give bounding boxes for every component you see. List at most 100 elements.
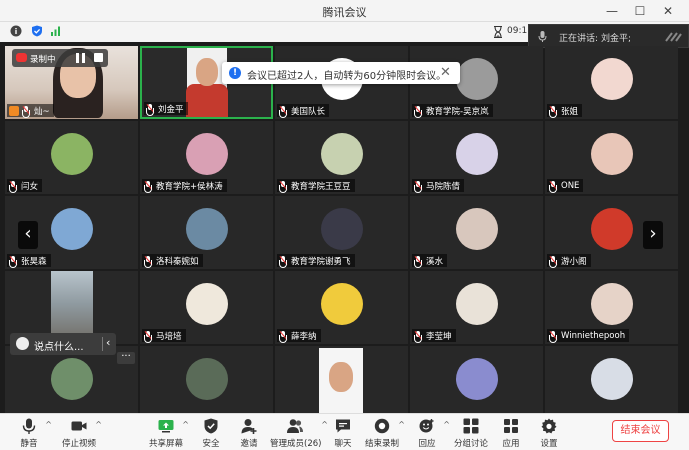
- participant-tile[interactable]: 张姐: [545, 46, 678, 119]
- avatar: [455, 357, 498, 400]
- more-options-button[interactable]: ···: [117, 352, 135, 364]
- chevron-up-icon[interactable]: ^: [45, 420, 52, 429]
- avatar: [455, 282, 498, 325]
- next-page-button[interactable]: ›: [643, 221, 663, 249]
- avatar: [320, 132, 363, 175]
- avatar: [50, 207, 93, 250]
- participant-tile[interactable]: 薛李纳: [275, 271, 408, 344]
- avatar: [590, 57, 633, 100]
- chat-icon: [336, 419, 350, 433]
- signal-icon[interactable]: [50, 25, 62, 37]
- participant-tile[interactable]: ONE: [545, 121, 678, 194]
- participant-tile[interactable]: 马院陈倩: [410, 121, 543, 194]
- avatar: [455, 207, 498, 250]
- participant-name: 美国队长: [291, 106, 326, 117]
- title-bar: 腾讯会议 — ☐ ✕: [0, 0, 689, 22]
- participant-name-label: 教育学院王豆豆: [277, 179, 355, 193]
- muted-mic-icon: [9, 255, 18, 268]
- cloud-record-icon: [16, 53, 27, 62]
- participant-name-label: 马院陈倩: [412, 179, 465, 193]
- reaction-input[interactable]: 说点什么...: [34, 338, 84, 353]
- participant-tile[interactable]: 李莹坤: [410, 271, 543, 344]
- reaction-bar[interactable]: 说点什么... ‹: [10, 333, 116, 355]
- muted-mic-icon: [144, 180, 153, 193]
- participant-video: [319, 348, 363, 419]
- reaction-label: 回应: [418, 439, 436, 449]
- participant-name: 灿~: [34, 106, 50, 117]
- participant-name: 教育学院王豆豆: [291, 181, 351, 192]
- close-button[interactable]: ✕: [659, 2, 677, 20]
- end-meeting-button[interactable]: 结束会议: [612, 420, 669, 442]
- avatar: [590, 132, 633, 175]
- share-screen-icon: [158, 420, 174, 433]
- muted-mic-icon: [279, 105, 288, 118]
- maximize-button[interactable]: ☐: [631, 2, 649, 20]
- participant-tile[interactable]: 教育学院王豆豆: [275, 121, 408, 194]
- previous-page-button[interactable]: ‹: [18, 221, 38, 249]
- avatar: [185, 132, 228, 175]
- muted-mic-icon: [279, 330, 288, 343]
- shield-icon[interactable]: [31, 25, 43, 37]
- participant-tile[interactable]: [275, 346, 408, 419]
- info-icon[interactable]: [10, 25, 22, 37]
- participant-tile[interactable]: 教育学院+侯林涛: [140, 121, 273, 194]
- participant-name: 溪水: [426, 256, 444, 267]
- participant-name-label: Winniethepooh: [547, 329, 630, 343]
- settings-button[interactable]: 设置: [524, 416, 574, 450]
- participant-tile[interactable]: 洛科秦婉如: [140, 196, 273, 269]
- hourglass-icon: [494, 26, 502, 38]
- participant-name-label: 美国队长: [277, 104, 330, 118]
- recording-indicator[interactable]: 录制中: [12, 49, 108, 67]
- muted-mic-icon: [549, 255, 558, 268]
- minimize-button[interactable]: —: [603, 2, 621, 20]
- chevron-up-icon[interactable]: ^: [95, 420, 102, 429]
- participant-name-label: 教育学院-吴京岚: [412, 104, 493, 118]
- share-screen-button[interactable]: ^ 共享屏幕: [141, 416, 191, 450]
- record-icon: [374, 418, 390, 434]
- participant-tile[interactable]: [545, 346, 678, 419]
- participant-tile[interactable]: [140, 346, 273, 419]
- participant-name: 马培培: [156, 331, 182, 342]
- reaction-button[interactable]: ^ 回应: [402, 416, 452, 450]
- participant-tile[interactable]: 马培培: [140, 271, 273, 344]
- toast-close-button[interactable]: ✕: [440, 65, 451, 80]
- stop-recording-button[interactable]: [94, 53, 103, 62]
- avatar: [185, 207, 228, 250]
- participant-tile[interactable]: 溪水: [410, 196, 543, 269]
- participant-tile[interactable]: Winniethepooh: [545, 271, 678, 344]
- participant-tile[interactable]: 闫女: [5, 121, 138, 194]
- participant-tile[interactable]: 教育学院谢勇飞: [275, 196, 408, 269]
- manage-members-label: 管理成员(26): [270, 439, 322, 449]
- participant-tile[interactable]: [410, 346, 543, 419]
- stop-video-button[interactable]: ^ 停止视频: [54, 416, 104, 450]
- participant-name-label: 薛李纳: [277, 329, 321, 343]
- invite-button[interactable]: 邀请: [224, 416, 274, 450]
- participant-name-label: ONE: [547, 179, 584, 193]
- participant-name-label: 游小阁: [547, 254, 591, 268]
- avatar: [50, 132, 93, 175]
- gear-icon: [541, 418, 557, 434]
- end-recording-label: 结束录制: [364, 439, 399, 449]
- participant-name-label: 张姐: [547, 104, 583, 118]
- manage-members-button[interactable]: ^ 管理成员(26): [270, 416, 328, 450]
- panel-collapse-icon[interactable]: [664, 29, 682, 45]
- mute-button[interactable]: ^ 静音: [4, 416, 54, 450]
- pause-recording-button[interactable]: [76, 53, 85, 63]
- participant-name: 教育学院谢勇飞: [291, 256, 351, 267]
- recording-label: 录制中: [30, 55, 56, 65]
- participant-name-label: 闫女: [7, 179, 43, 193]
- participant-name-label: 教育学院谢勇飞: [277, 254, 355, 268]
- avatar: [590, 357, 633, 400]
- end-recording-button[interactable]: ^ 结束录制: [357, 416, 407, 450]
- emoji-icon[interactable]: [16, 337, 29, 350]
- muted-mic-icon: [144, 330, 153, 343]
- chevron-left-icon[interactable]: ‹: [106, 336, 110, 349]
- participant-name-label: 李莹坤: [412, 329, 456, 343]
- avatar: [590, 282, 633, 325]
- muted-mic-icon: [549, 180, 558, 193]
- apps-icon: [504, 419, 518, 433]
- microphone-icon: [538, 31, 547, 42]
- muted-mic-icon: [414, 105, 423, 118]
- toast-message: 会议已超过2人，自动转为60分钟限时会议。: [247, 71, 447, 82]
- meeting-limit-toast: ! 会议已超过2人，自动转为60分钟限时会议。 ✕: [222, 62, 460, 84]
